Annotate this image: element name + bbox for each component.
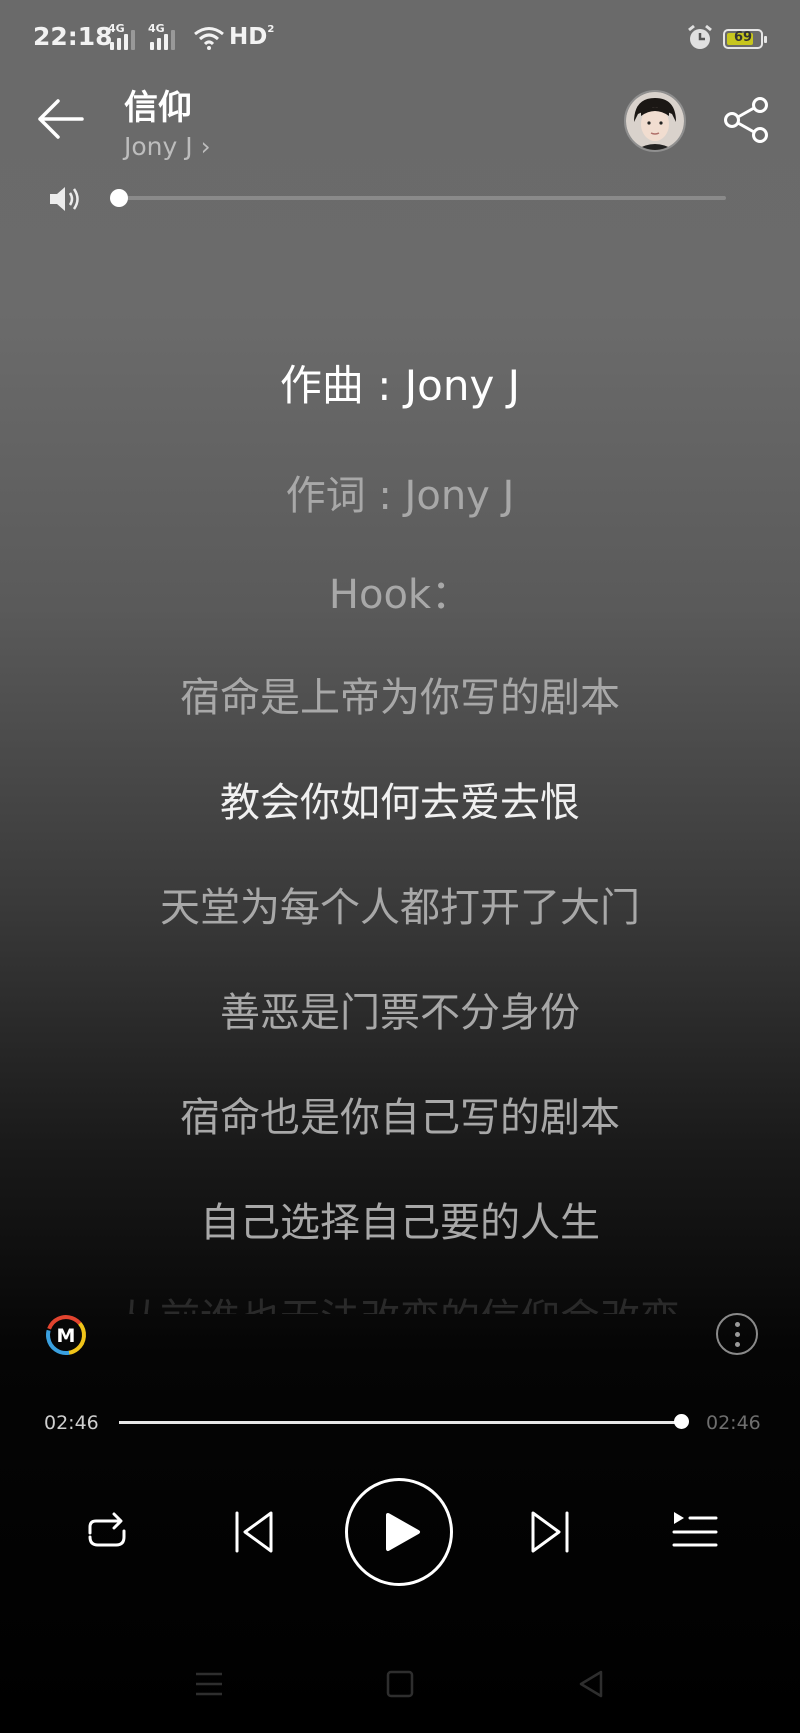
more-options-icon[interactable] (716, 1313, 758, 1355)
battery-icon: 69 (723, 29, 767, 49)
lyric-line[interactable]: 自己选择自己要的人生 (0, 1190, 800, 1248)
lyric-line[interactable]: 教会你如何去爱去恨 (0, 770, 800, 828)
artist-name: Jony J (124, 132, 193, 161)
back-arrow-icon[interactable] (36, 98, 84, 140)
status-time: 22:18 (33, 22, 113, 51)
network-type-label: 4G (108, 22, 125, 35)
wifi-icon (194, 27, 224, 50)
next-track-icon[interactable] (522, 1505, 576, 1559)
repeat-icon[interactable] (80, 1505, 134, 1559)
lyric-line[interactable]: 作词 : Jony J (0, 463, 800, 521)
alarm-icon (688, 24, 712, 49)
progress-thumb[interactable] (674, 1414, 689, 1429)
menu-nav-icon[interactable] (193, 1668, 225, 1700)
total-time: 02:46 (706, 1412, 761, 1434)
lyric-line[interactable]: 宿命也是你自己写的剧本 (0, 1085, 800, 1143)
network-type-label-2: 4G (148, 22, 165, 35)
play-icon (386, 1513, 420, 1551)
lyric-line[interactable]: 作曲 : Jony J (0, 352, 800, 413)
music-app-logo[interactable]: M (44, 1313, 88, 1357)
playlist-icon[interactable] (668, 1505, 722, 1559)
lyric-line[interactable]: 天堂为每个人都打开了大门 (0, 875, 800, 933)
share-icon[interactable] (722, 96, 770, 144)
volume-icon[interactable] (48, 184, 82, 214)
volume-slider-track[interactable] (118, 196, 726, 200)
lyric-line[interactable]: Hook： (0, 562, 800, 620)
hd-indicator: HD2 (229, 24, 275, 50)
song-title: 信仰 (124, 88, 192, 128)
signal-icon: 4G (108, 22, 135, 50)
lyric-line[interactable]: 善恶是门票不分身份 (0, 980, 800, 1038)
svg-text:M: M (57, 1325, 76, 1347)
previous-track-icon[interactable] (228, 1505, 282, 1559)
play-button[interactable] (345, 1478, 453, 1586)
volume-slider-thumb[interactable] (110, 189, 128, 207)
back-nav-icon[interactable] (575, 1668, 607, 1700)
chevron-right-icon: › (200, 132, 211, 161)
lyric-line[interactable]: 宿命是上帝为你写的剧本 (0, 665, 800, 723)
current-time: 02:46 (44, 1412, 99, 1434)
battery-level: 69 (733, 30, 753, 45)
artist-avatar[interactable] (624, 90, 686, 152)
progress-fill (119, 1421, 681, 1424)
lyric-line[interactable]: 从前谁也无法改变的信仰会改变 (0, 1286, 800, 1314)
artist-link[interactable]: Jony J › (124, 132, 211, 161)
signal-icon-2: 4G (148, 22, 175, 50)
home-nav-icon[interactable] (384, 1668, 416, 1700)
